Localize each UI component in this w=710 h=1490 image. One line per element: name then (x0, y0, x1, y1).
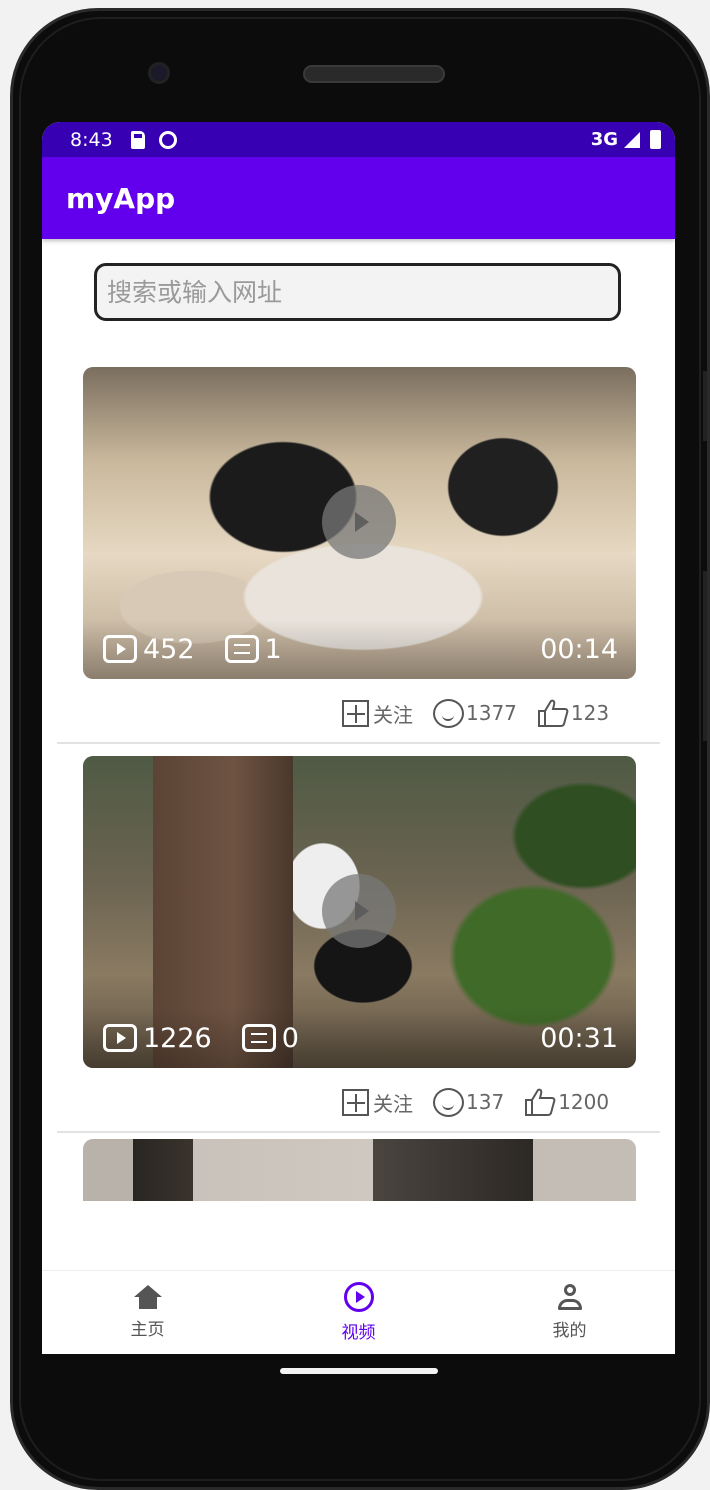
play-circle-icon (343, 1282, 374, 1312)
like-count: 1200 (558, 1090, 610, 1114)
play-count: 452 (103, 634, 195, 665)
home-icon (133, 1285, 162, 1309)
search-container (42, 239, 675, 321)
like-count: 123 (570, 701, 610, 725)
play-button[interactable] (322, 874, 396, 948)
danmaku-count-value: 0 (281, 1022, 299, 1054)
app-bar: myApp (42, 157, 675, 239)
status-time: 8:43 (70, 128, 113, 151)
play-count-icon (103, 635, 137, 663)
danmaku-count: 0 (241, 1022, 299, 1054)
danmaku-count: 1 (224, 633, 282, 665)
bottom-navigation: 主页 视频 我的 (42, 1270, 675, 1354)
comment-count: 137 (466, 1090, 505, 1114)
like-button[interactable]: 123 (537, 698, 609, 728)
play-count-value: 452 (143, 633, 195, 665)
like-button[interactable]: 1200 (524, 1087, 609, 1117)
status-right: 3G (591, 129, 661, 150)
video-overlay: 1226 0 00:31 (83, 1008, 636, 1068)
signal-icon (624, 131, 640, 148)
comment-button[interactable]: 137 (433, 1087, 505, 1117)
sd-card-icon (130, 130, 145, 149)
side-button (703, 571, 707, 741)
video-thumbnail[interactable] (83, 1139, 636, 1201)
comment-count: 1377 (466, 701, 517, 725)
comment-icon (433, 698, 464, 728)
nav-label-mine: 我的 (552, 1321, 587, 1341)
video-thumbnail[interactable]: 452 1 00:14 (83, 367, 636, 679)
video-thumbnail[interactable]: 1226 0 00:31 (83, 756, 636, 1068)
thumbs-up-icon (537, 699, 569, 727)
plus-square-icon (342, 699, 369, 727)
app-title: myApp (66, 181, 176, 215)
status-bar: 8:43 3G (42, 122, 675, 157)
comment-button[interactable]: 1377 (433, 698, 517, 728)
video-overlay: 452 1 00:14 (83, 619, 636, 679)
nav-label-home: 主页 (130, 1320, 165, 1340)
plus-square-icon (342, 1088, 369, 1116)
thumbs-up-icon (525, 1088, 556, 1116)
front-camera (148, 62, 170, 84)
network-type: 3G (590, 129, 618, 150)
danmaku-icon (241, 1024, 276, 1052)
play-button[interactable] (322, 485, 396, 559)
earpiece-speaker (303, 65, 445, 83)
play-icon (355, 901, 369, 921)
nav-label-video: 视频 (341, 1323, 376, 1343)
follow-button[interactable]: 关注 (342, 699, 413, 728)
play-count-icon (103, 1024, 137, 1052)
play-count: 1226 (103, 1023, 212, 1054)
video-duration: 00:31 (540, 1022, 618, 1054)
battery-icon (650, 130, 661, 149)
video-feed[interactable]: 452 1 00:14 关注 1377 123 1226 0 00:31 关注 … (42, 367, 675, 1203)
video-card: 1226 0 00:31 关注 137 1200 (42, 750, 675, 1133)
gesture-home-bar[interactable] (280, 1368, 438, 1374)
face-icon (158, 130, 177, 149)
nav-item-video[interactable]: 视频 (253, 1271, 464, 1354)
video-card (42, 1133, 675, 1203)
search-input[interactable] (94, 263, 621, 321)
comment-icon (433, 1087, 464, 1117)
follow-label: 关注 (373, 1091, 413, 1116)
video-card: 452 1 00:14 关注 1377 123 (42, 367, 675, 750)
person-icon (557, 1284, 583, 1310)
video-actions: 关注 137 1200 (342, 1084, 629, 1120)
danmaku-icon (224, 635, 259, 663)
play-count-value: 1226 (143, 1022, 212, 1054)
card-divider (57, 742, 660, 744)
volume-button (703, 371, 707, 441)
nav-item-mine[interactable]: 我的 (464, 1271, 675, 1354)
follow-button[interactable]: 关注 (342, 1088, 413, 1117)
follow-label: 关注 (373, 702, 413, 727)
danmaku-count-value: 1 (264, 633, 282, 665)
video-duration: 00:14 (540, 633, 618, 665)
play-icon (355, 512, 369, 532)
app-screen: 8:43 3G myApp 452 (42, 122, 675, 1354)
video-actions: 关注 1377 123 (342, 695, 629, 731)
nav-item-home[interactable]: 主页 (42, 1271, 253, 1354)
